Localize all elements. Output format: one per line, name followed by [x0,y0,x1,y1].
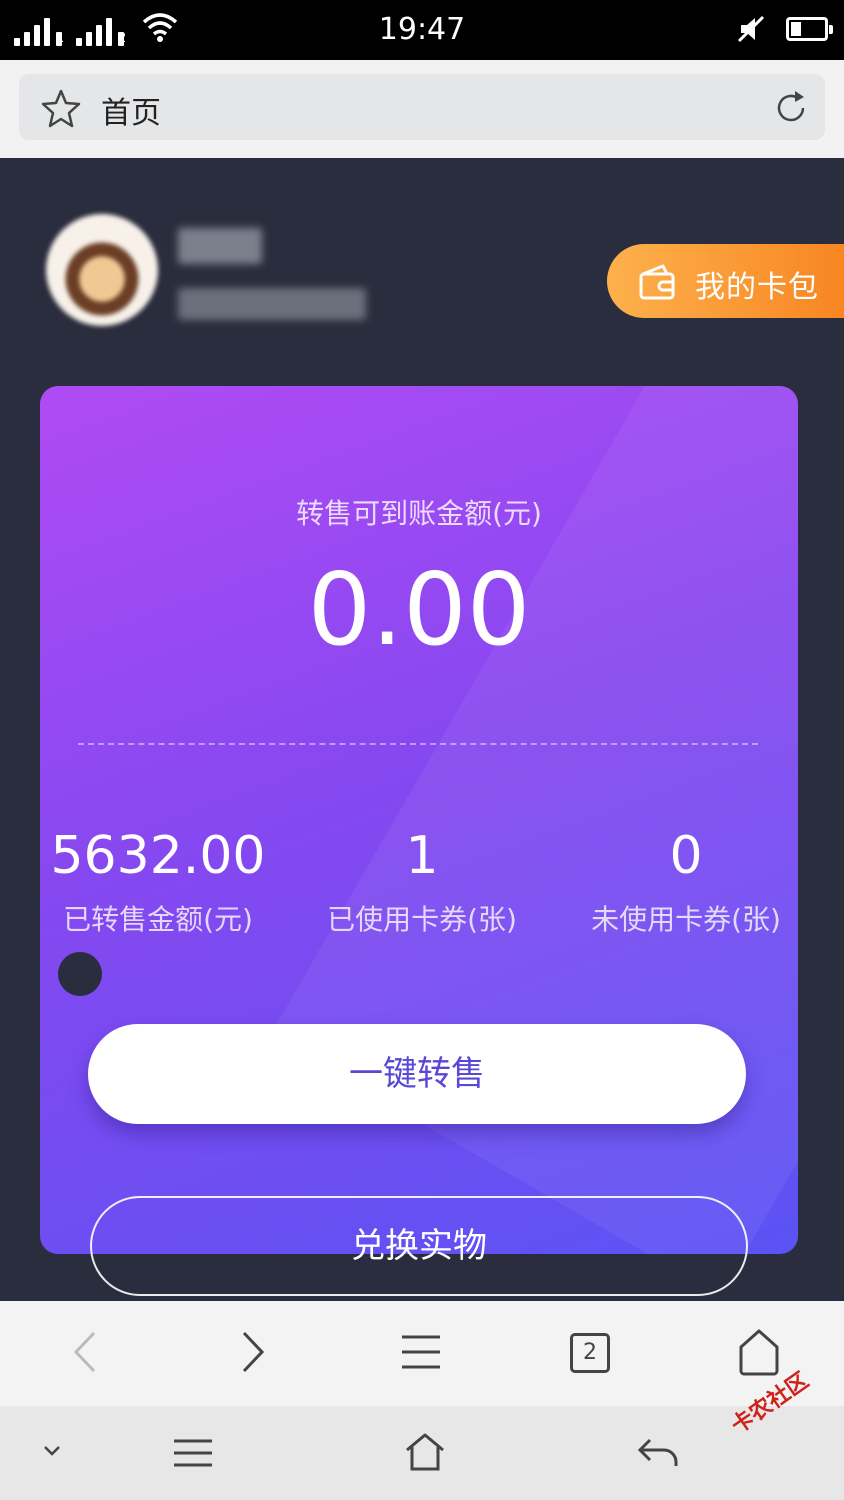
reload-icon[interactable] [771,88,811,128]
address-field[interactable]: 首页 [19,74,825,140]
page-content: 我的卡包 转售可到账金额(元) 0.00 5632.00 已转售金额(元) 1 … [0,158,844,1301]
stat-label: 已转售金额(元) [63,903,253,936]
menu-icon[interactable] [172,1438,214,1468]
stat-sold-amount: 5632.00 已转售金额(元) [40,826,288,938]
collapse-icon[interactable] [42,1444,62,1458]
avatar[interactable] [46,214,158,326]
browser-address-bar: 首页 [0,60,844,158]
back-icon[interactable] [636,1436,680,1470]
card-notch-left [58,952,102,996]
page-title: 首页 [101,96,161,131]
stat-value: 5632.00 [50,826,266,886]
home-icon[interactable] [737,1327,781,1377]
dashed-divider [78,743,758,745]
balance-label: 转售可到账金额(元) [296,497,542,530]
balance-card: 转售可到账金额(元) 0.00 5632.00 已转售金额(元) 1 已使用卡券… [40,386,798,1254]
status-bar: 1 2 19:47 [0,0,844,60]
clock: 19:47 [378,12,466,47]
tabs-icon[interactable]: 2 [570,1333,610,1373]
stat-value: 1 [405,826,439,886]
back-icon[interactable] [68,1327,102,1377]
stat-label: 未使用卡券(张) [591,903,781,936]
mute-icon [737,15,765,43]
forward-icon[interactable] [236,1327,270,1377]
stat-label: 已使用卡券(张) [327,903,517,936]
wallet-icon [639,264,675,300]
menu-icon[interactable] [400,1327,442,1377]
username-blurred [178,228,262,264]
my-wallet-button[interactable]: 我的卡包 [607,244,844,318]
user-id-blurred [178,288,366,320]
stat-used-cards: 1 已使用卡券(张) [292,826,552,938]
balance-value: 0.00 [307,551,531,668]
wallet-label: 我的卡包 [695,270,819,305]
star-icon[interactable] [41,88,81,128]
stat-unused-cards: 0 未使用卡券(张) [556,826,798,938]
battery-icon [786,17,833,41]
browser-toolbar: 2 [0,1301,844,1406]
system-nav-bar [0,1406,844,1500]
home-icon[interactable] [404,1432,446,1472]
redeem-goods-button[interactable]: 兑换实物 [90,1196,748,1296]
stat-value: 0 [669,826,703,886]
one-click-resell-button[interactable]: 一键转售 [88,1024,746,1124]
